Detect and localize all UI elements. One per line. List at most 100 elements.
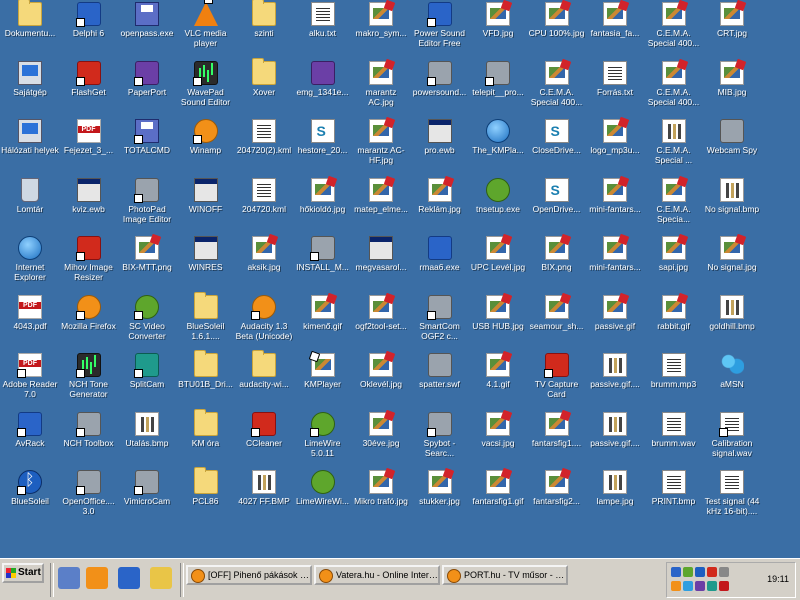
tray-alert-icon[interactable] bbox=[719, 581, 729, 591]
calculator-icon[interactable] bbox=[118, 567, 140, 589]
desktop-icon[interactable]: Internet Explorer bbox=[1, 236, 59, 294]
desktop-icon[interactable]: Hálózati helyek bbox=[1, 119, 59, 177]
desktop-icon[interactable]: BTU01B_Dri... bbox=[177, 350, 235, 411]
task-button-pakasok[interactable]: [OFF] Pihenő pákások té... bbox=[186, 565, 312, 585]
desktop-icon[interactable]: WINOFF bbox=[177, 177, 235, 236]
desktop-icon[interactable]: VFD.jpg bbox=[469, 2, 527, 60]
desktop-icon[interactable]: 204720(2).kml bbox=[235, 119, 293, 177]
desktop-icon[interactable]: PCL86 bbox=[177, 467, 235, 528]
search-icon[interactable] bbox=[150, 567, 172, 589]
task-button-port[interactable]: PORT.hu - TV műsor - Mo... bbox=[442, 565, 568, 585]
desktop-icon[interactable]: 4.1.gif bbox=[469, 353, 527, 411]
desktop-icon[interactable]: Reklám.jpg bbox=[411, 177, 469, 236]
desktop-icon[interactable]: C.E.M.A. Special 400... bbox=[645, 60, 703, 119]
desktop-icon[interactable]: goldhill.bmp bbox=[703, 294, 761, 353]
desktop-icon[interactable]: mini-fantars... bbox=[586, 236, 644, 294]
desktop-icon[interactable]: BIX-MTT.png bbox=[118, 236, 176, 294]
desktop-icon[interactable]: KM óra bbox=[177, 408, 235, 470]
desktop-icon[interactable]: WavePad Sound Editor bbox=[177, 60, 235, 119]
desktop-icon[interactable]: Mihov Image Resizer bbox=[60, 236, 118, 294]
tray-network-icon[interactable] bbox=[671, 567, 681, 577]
desktop-icon[interactable]: CRT.jpg bbox=[703, 2, 761, 60]
desktop-icon[interactable]: Adobe Reader 7.0 bbox=[1, 353, 59, 411]
desktop-icon[interactable]: powersound... bbox=[411, 60, 469, 119]
desktop-icon[interactable]: Mozilla Firefox bbox=[60, 294, 118, 353]
desktop-icon[interactable]: Power Sound Editor Free bbox=[411, 2, 469, 60]
desktop-icon[interactable]: marantz AC.jpg bbox=[352, 60, 410, 119]
desktop-icon[interactable]: SmartCom OGF2 c... bbox=[411, 294, 469, 353]
desktop-icon[interactable]: Forrás.txt bbox=[586, 60, 644, 119]
desktop-icon[interactable]: seamour_sh... bbox=[528, 294, 586, 353]
desktop-icon[interactable]: CPU 100%.jpg bbox=[528, 2, 586, 60]
desktop-icon[interactable]: kimenő.gif bbox=[294, 294, 352, 353]
desktop-icon[interactable]: VLC media player bbox=[177, 0, 235, 60]
desktop-icon[interactable]: BlueSoleil bbox=[1, 470, 59, 528]
desktop-icon[interactable]: BlueSoleil 1.6.1.... bbox=[177, 291, 235, 353]
desktop-icon[interactable]: C.E.M.A. Special 400... bbox=[528, 60, 586, 119]
desktop-icon[interactable]: C.E.M.A. Special 400... bbox=[645, 2, 703, 60]
show-desktop-icon[interactable] bbox=[58, 567, 80, 589]
tray-update-icon[interactable] bbox=[671, 581, 681, 591]
desktop-icon[interactable]: Calibration signal.wav bbox=[703, 411, 761, 470]
tray-messenger-icon[interactable] bbox=[683, 581, 693, 591]
desktop-icon[interactable]: INSTALL_M... bbox=[294, 236, 352, 294]
desktop-icon[interactable]: Xover bbox=[235, 57, 293, 119]
desktop-icon[interactable]: BIX.png bbox=[528, 236, 586, 294]
desktop-icon[interactable]: sapi.jpg bbox=[645, 236, 703, 294]
desktop-icon[interactable]: PaperPort bbox=[118, 60, 176, 119]
desktop-icon[interactable]: No signal.jpg bbox=[703, 236, 761, 294]
desktop-icon[interactable]: WINRES bbox=[177, 236, 235, 294]
desktop-icon[interactable]: tnsetup.exe bbox=[469, 177, 527, 236]
desktop-icon[interactable]: LimeWire 5.0.11 bbox=[294, 411, 352, 470]
desktop-icon[interactable]: MIB.jpg bbox=[703, 60, 761, 119]
desktop-icon[interactable]: NCH Toolbox bbox=[60, 411, 118, 470]
desktop-icon[interactable]: NCH Tone Generator bbox=[60, 353, 118, 411]
desktop-icon[interactable]: Mikro trafó.jpg bbox=[352, 470, 410, 528]
desktop-icon[interactable]: Utalás.bmp bbox=[118, 411, 176, 470]
desktop-icon[interactable]: logo_mp3u... bbox=[586, 119, 644, 177]
tray-antivirus-icon[interactable] bbox=[707, 567, 717, 577]
desktop-icon[interactable]: OpenOffice.... 3.0 bbox=[60, 470, 118, 528]
desktop-icon[interactable]: 4027 FF.BMP bbox=[235, 470, 293, 528]
desktop-icon[interactable]: passive.gif.... bbox=[586, 411, 644, 470]
desktop-icon[interactable]: Lomtár bbox=[1, 177, 59, 236]
desktop-icon[interactable]: aMSN bbox=[703, 353, 761, 411]
desktop-icon[interactable]: pro.ewb bbox=[411, 119, 469, 177]
desktop-icon[interactable]: C.E.M.A. Special ... bbox=[645, 119, 703, 177]
desktop-icon[interactable]: 204720.kml bbox=[235, 177, 293, 236]
desktop-icon[interactable]: FlashGet bbox=[60, 60, 118, 119]
desktop-icon[interactable]: audacity-wi... bbox=[235, 350, 293, 411]
desktop-icon[interactable]: mini-fantars... bbox=[586, 177, 644, 236]
desktop-icon[interactable]: Webcam Spy bbox=[703, 119, 761, 177]
desktop-icon[interactable]: emg_1341e... bbox=[294, 60, 352, 119]
desktop-icon[interactable]: fantarsfig1.gif bbox=[469, 470, 527, 528]
desktop-icon[interactable]: UPC Levél.jpg bbox=[469, 236, 527, 294]
desktop-icon[interactable]: hestore_20... bbox=[294, 119, 352, 177]
desktop-icon[interactable]: telepit__pro... bbox=[469, 60, 527, 119]
desktop-icon[interactable]: PRINT.bmp bbox=[645, 470, 703, 528]
desktop-icon[interactable]: rmaa6.exe bbox=[411, 236, 469, 294]
desktop-icon[interactable]: szinti bbox=[235, 0, 293, 60]
desktop-icon[interactable]: vacsi.jpg bbox=[469, 411, 527, 470]
desktop-icon[interactable]: Test signal (44 kHz 16-bit).... bbox=[703, 470, 761, 528]
desktop-icon[interactable]: OpenDrive... bbox=[528, 177, 586, 236]
desktop-icon[interactable]: passive.gif bbox=[586, 294, 644, 353]
desktop-icon[interactable]: TOTALCMD bbox=[118, 119, 176, 177]
desktop-icon[interactable]: Audacity 1.3 Beta (Unicode) bbox=[235, 294, 293, 353]
desktop-icon[interactable]: hőkioldó.jpg bbox=[294, 177, 352, 236]
desktop-icon[interactable]: CloseDrive... bbox=[528, 119, 586, 177]
desktop-icon[interactable]: SplitCam bbox=[118, 353, 176, 411]
desktop-icon[interactable]: stukker.jpg bbox=[411, 470, 469, 528]
desktop-icon[interactable]: megvasarol... bbox=[352, 236, 410, 294]
tray-bluetooth-icon[interactable] bbox=[695, 567, 705, 577]
desktop-icon[interactable]: lampe.jpg bbox=[586, 470, 644, 528]
desktop-icon[interactable]: TV Capture Card bbox=[528, 353, 586, 411]
desktop-icon[interactable]: alku.txt bbox=[294, 2, 352, 60]
task-button-vatera[interactable]: Vatera.hu - Online Intern... bbox=[314, 565, 440, 585]
desktop-icon[interactable]: AvRack bbox=[1, 411, 59, 470]
desktop-icon[interactable]: CCleaner bbox=[235, 411, 293, 470]
tray-volume-icon[interactable] bbox=[719, 567, 729, 577]
desktop-icon[interactable]: KMPlayer bbox=[294, 353, 352, 411]
desktop-icon[interactable]: rabbit.gif bbox=[645, 294, 703, 353]
desktop-icon[interactable]: Winamp bbox=[177, 119, 235, 177]
